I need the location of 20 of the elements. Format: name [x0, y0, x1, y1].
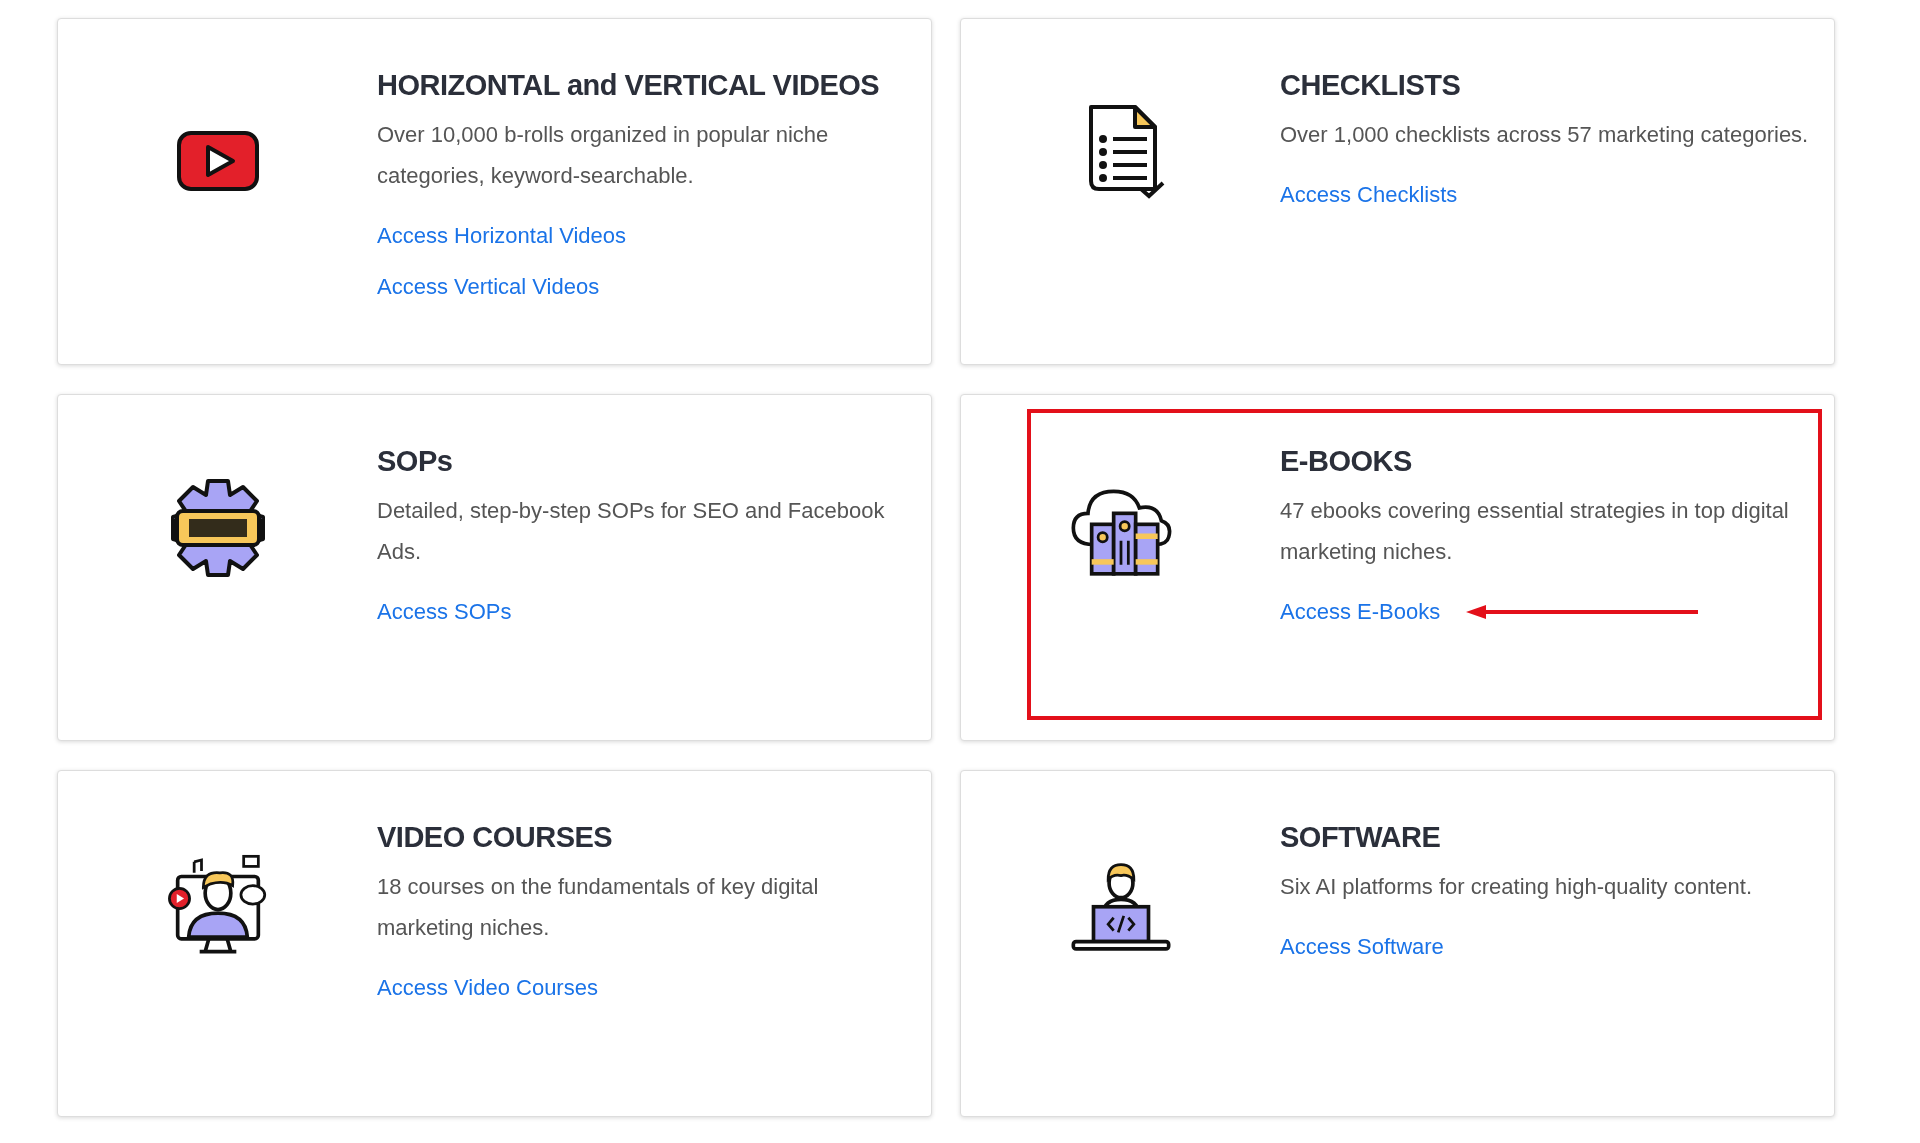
card-description: 47 ebooks covering essential strategies in top digital marketing niches. [1280, 497, 1790, 566]
card-title: E-BOOKS [1280, 445, 1413, 478]
card-title: VIDEO COURSES [377, 821, 614, 854]
access-link[interactable]: Access Vertical Videos [377, 273, 600, 300]
access-link[interactable]: Access E-Books [1280, 598, 1441, 625]
card-description: Detailed, step-by-step SOPs for SEO and Facebook Ads. [377, 497, 886, 566]
access-link[interactable]: Access Checklists [1280, 181, 1458, 208]
card-title: SOFTWARE [1280, 821, 1442, 854]
card-title: HORIZONTAL and VERTICAL VIDEOS [377, 69, 881, 102]
play-button-icon [176, 131, 259, 191]
access-link[interactable]: Access SOPs [377, 598, 512, 625]
access-link[interactable]: Access Horizontal Videos [377, 222, 627, 249]
card-title: CHECKLISTS [1280, 69, 1462, 102]
card-description: Over 10,000 b-rolls organized in popular niche categories, keyword-searchable. [377, 121, 830, 190]
access-link[interactable]: Access Video Courses [377, 974, 598, 1001]
card-title: SOPs [377, 445, 454, 478]
card-description: 18 courses on the fundamentals of key digital marketing niches. [377, 873, 820, 942]
access-link[interactable]: Access Software [1280, 933, 1444, 960]
card-description: Over 1,000 checklists across 57 marketing categories. [1280, 121, 1810, 149]
card-description: Six AI platforms for creating high-quality content. [1280, 873, 1753, 901]
